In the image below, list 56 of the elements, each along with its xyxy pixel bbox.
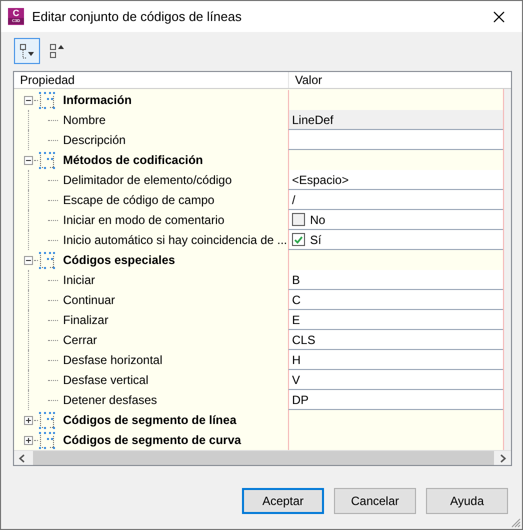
toolbar-button[interactable] xyxy=(14,38,40,64)
expand-toggle[interactable] xyxy=(24,436,33,444)
property-label: Detener desfases xyxy=(63,393,158,407)
category-label: Códigos de segmento de curva xyxy=(63,433,242,447)
dialog-button[interactable]: Ayuda xyxy=(426,488,508,514)
property-label: Desfase horizontal xyxy=(63,353,162,367)
value-field[interactable]: E xyxy=(289,310,503,329)
vertical-scrollbar[interactable] xyxy=(503,89,511,450)
collapse-all-icon xyxy=(49,43,65,59)
category-label: Códigos especiales xyxy=(63,253,176,267)
collapse-toggle[interactable] xyxy=(24,156,33,164)
checkbox[interactable] xyxy=(292,233,305,246)
checkbox-label: Sí xyxy=(310,232,322,246)
value-field[interactable]: V xyxy=(289,370,503,389)
value-field[interactable]: H xyxy=(289,350,503,369)
value-field[interactable]: <Espacio> xyxy=(289,170,503,189)
property-label: Iniciar xyxy=(63,273,96,287)
property-label: Finalizar xyxy=(63,313,108,327)
property-label: Nombre xyxy=(63,113,106,127)
value-field[interactable]: LineDef xyxy=(289,110,503,129)
category-icon xyxy=(39,252,55,268)
column-header[interactable]: Valor xyxy=(289,72,511,88)
category-label: Métodos de codificación xyxy=(63,153,204,167)
scroll-right-icon[interactable] xyxy=(500,454,507,462)
expand-all-icon xyxy=(19,43,35,59)
window-title: Editar conjunto de códigos de líneas xyxy=(32,9,243,24)
property-label: Delimitador de elemento/código xyxy=(63,173,232,187)
category-icon xyxy=(39,152,55,168)
value-field[interactable]: DP xyxy=(289,390,503,409)
category-icon xyxy=(39,412,55,428)
dialog-button[interactable]: Aceptar xyxy=(242,488,324,514)
checkbox-label: No xyxy=(310,212,326,226)
category-label: Información xyxy=(63,93,132,107)
value-field[interactable]: B xyxy=(289,270,503,289)
expand-toggle[interactable] xyxy=(24,416,33,424)
value-field[interactable]: C xyxy=(289,290,503,309)
column-header[interactable]: Propiedad xyxy=(14,72,289,88)
dialog-button[interactable]: Cancelar xyxy=(334,488,416,514)
category-icon xyxy=(39,92,55,108)
property-label: Inicio automático si hay coincidencia de ... xyxy=(63,233,288,247)
property-label: Desfase vertical xyxy=(63,373,148,387)
scroll-left-icon[interactable] xyxy=(18,454,25,462)
checkbox[interactable] xyxy=(292,213,305,226)
value-field[interactable]: / xyxy=(289,190,503,209)
property-label: Escape de código de campo xyxy=(63,193,214,207)
property-label: Descripción xyxy=(63,133,126,147)
property-label: Cerrar xyxy=(63,333,98,347)
category-icon xyxy=(39,432,55,448)
category-label: Códigos de segmento de línea xyxy=(63,413,236,427)
collapse-toggle[interactable] xyxy=(24,256,33,264)
collapse-toggle[interactable] xyxy=(24,96,33,104)
resize-grip-icon[interactable] xyxy=(511,518,521,528)
property-label: Iniciar en modo de comentario xyxy=(63,213,224,227)
close-icon xyxy=(493,10,505,22)
value-field[interactable]: CLS xyxy=(289,330,503,349)
property-label: Continuar xyxy=(63,293,116,307)
